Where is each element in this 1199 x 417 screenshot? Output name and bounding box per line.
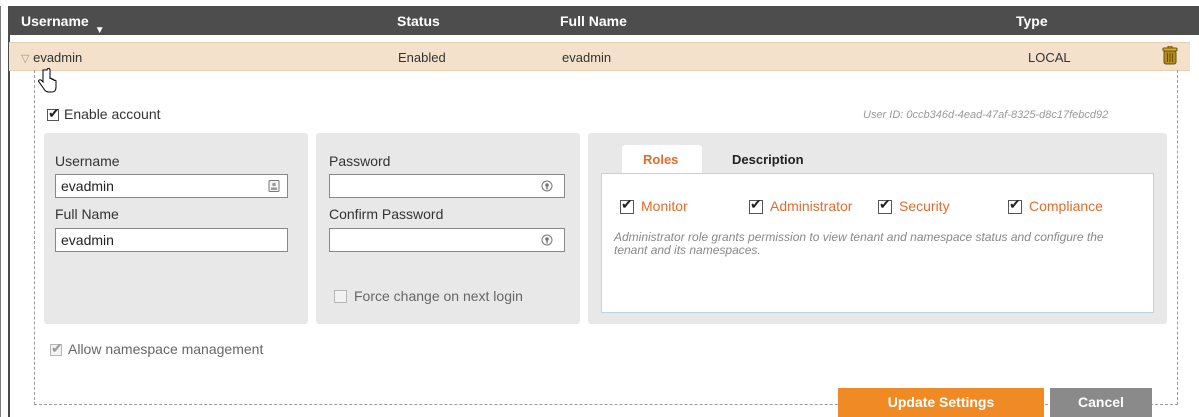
id-card-icon	[268, 180, 280, 192]
password-field[interactable]	[329, 174, 565, 198]
full-name-label: Full Name	[55, 206, 119, 222]
row-type: LOCAL	[1028, 50, 1071, 65]
role-monitor-checkbox[interactable]	[620, 196, 634, 214]
left-frame-edge	[0, 6, 10, 417]
row-status: Enabled	[398, 50, 446, 65]
expand-triangle-icon[interactable]: ▽	[21, 53, 29, 65]
password-key-icon	[541, 180, 553, 192]
username-value: evadmin	[61, 178, 114, 194]
header-username[interactable]: Username ▼	[21, 13, 105, 36]
enable-account-label[interactable]: Enable account	[64, 106, 161, 122]
role-monitor-label[interactable]: Monitor	[641, 198, 688, 214]
row-username-label: evadmin	[33, 50, 83, 65]
enable-account-checkbox[interactable]	[47, 105, 60, 122]
role-security-checkbox[interactable]	[878, 196, 892, 214]
table-row[interactable]: ▽ evadmin Enabled evadmin LOCAL	[9, 42, 1190, 71]
row-username[interactable]: ▽ evadmin	[21, 50, 82, 65]
force-change-checkbox[interactable]	[334, 290, 347, 303]
password-key-icon	[541, 234, 553, 246]
confirm-password-field[interactable]	[329, 228, 565, 252]
role-security-label[interactable]: Security	[899, 198, 950, 214]
header-status[interactable]: Status	[397, 13, 440, 29]
allow-namespace-label[interactable]: Allow namespace management	[68, 341, 263, 357]
password-label: Password	[329, 153, 391, 169]
allow-namespace-checkbox[interactable]	[50, 340, 63, 357]
header-username-label: Username	[21, 13, 89, 29]
row-full-name: evadmin	[562, 50, 612, 65]
tab-description[interactable]: Description	[732, 152, 804, 167]
header-type[interactable]: Type	[1016, 13, 1048, 29]
role-description: Administrator role grants permission to …	[614, 230, 1104, 257]
role-compliance-checkbox[interactable]	[1008, 196, 1022, 214]
update-settings-button[interactable]: Update Settings	[838, 388, 1044, 417]
full-name-value: evadmin	[61, 232, 114, 248]
role-compliance-label[interactable]: Compliance	[1029, 198, 1103, 214]
sort-caret-icon[interactable]: ▼	[95, 25, 105, 36]
force-change-label[interactable]: Force change on next login	[354, 288, 523, 304]
username-label: Username	[55, 153, 120, 169]
confirm-password-label: Confirm Password	[329, 206, 444, 222]
table-header: Username ▼ Status Full Name Type	[9, 6, 1199, 36]
role-administrator-checkbox[interactable]	[749, 196, 763, 214]
username-field[interactable]: evadmin	[55, 174, 288, 198]
trash-can-icon[interactable]	[1162, 46, 1178, 65]
cancel-button[interactable]: Cancel	[1050, 388, 1152, 417]
user-id: User ID: 0ccb346d-4ead-47af-8325-d8c17fe…	[863, 109, 1109, 121]
header-full-name[interactable]: Full Name	[560, 13, 627, 29]
full-name-field[interactable]: evadmin	[55, 228, 288, 252]
role-administrator-label[interactable]: Administrator	[770, 198, 852, 214]
tab-roles-label[interactable]: Roles	[643, 152, 678, 167]
